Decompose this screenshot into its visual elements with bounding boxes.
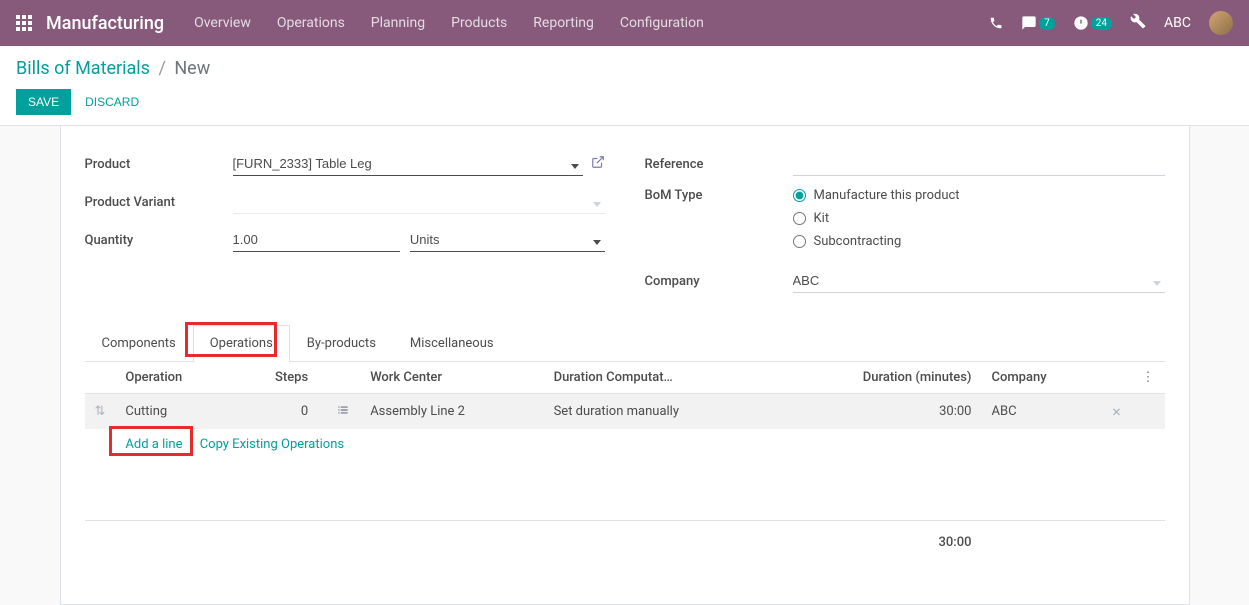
apps-icon[interactable] [16, 15, 32, 31]
total-duration: 30:00 [776, 520, 982, 564]
discard-button[interactable]: DISCARD [85, 95, 139, 109]
menu-configuration[interactable]: Configuration [620, 15, 704, 31]
th-durationmin[interactable]: Duration (minutes) [776, 362, 982, 394]
menu-operations[interactable]: Operations [277, 15, 345, 31]
th-steps[interactable]: Steps [238, 362, 318, 394]
table-footer: 30:00 [85, 520, 1165, 564]
variant-label: Product Variant [85, 195, 233, 210]
variant-input[interactable] [233, 190, 605, 214]
bomtype-kit[interactable]: Kit [793, 211, 1165, 226]
drag-handle-icon[interactable]: ⇅ [95, 404, 106, 419]
user-name[interactable]: ABC [1164, 15, 1191, 31]
menu-planning[interactable]: Planning [371, 15, 425, 31]
cell-durationcomp[interactable]: Set duration manually [544, 394, 776, 430]
main-menu: Overview Operations Planning Products Re… [194, 15, 704, 31]
avatar[interactable] [1209, 11, 1233, 35]
breadcrumb-root[interactable]: Bills of Materials [16, 58, 150, 79]
tab-operations[interactable]: Operations [193, 325, 290, 362]
company-input[interactable] [793, 269, 1165, 293]
cell-workcenter[interactable]: Assembly Line 2 [360, 394, 543, 430]
form-sheet: Product Product Variant [60, 126, 1190, 605]
cell-operation[interactable]: Cutting [115, 394, 238, 430]
reference-input[interactable] [793, 152, 1165, 176]
menu-products[interactable]: Products [451, 15, 507, 31]
delete-row-icon[interactable]: × [1112, 402, 1121, 421]
save-button[interactable]: SAVE [16, 89, 71, 115]
notebook-tabs: Components Operations By-products Miscel… [85, 325, 1165, 362]
list-icon[interactable] [336, 406, 350, 421]
copy-operations-link[interactable]: Copy Existing Operations [200, 437, 344, 452]
menu-overview[interactable]: Overview [194, 15, 251, 31]
bomtype-manufacture[interactable]: Manufacture this product [793, 188, 1165, 203]
kebab-icon[interactable]: ⋮ [1142, 370, 1155, 385]
tab-byproducts[interactable]: By-products [290, 325, 393, 361]
cell-company[interactable]: ABC [981, 394, 1101, 430]
product-label: Product [85, 157, 233, 172]
activities-icon[interactable]: 24 [1073, 15, 1112, 31]
tab-miscellaneous[interactable]: Miscellaneous [393, 325, 511, 361]
breadcrumb: Bills of Materials / New [16, 58, 1233, 79]
activities-badge: 24 [1091, 17, 1112, 30]
messages-badge: 7 [1039, 17, 1055, 30]
top-nav: Manufacturing Overview Operations Planni… [0, 0, 1249, 46]
quantity-label: Quantity [85, 233, 233, 248]
bomtype-sub[interactable]: Subcontracting [793, 234, 1165, 249]
menu-reporting[interactable]: Reporting [533, 15, 594, 31]
app-brand[interactable]: Manufacturing [46, 13, 164, 34]
table-row[interactable]: ⇅ Cutting 0 Assembly Line 2 Set duration… [85, 394, 1165, 430]
th-operation[interactable]: Operation [115, 362, 238, 394]
phone-icon[interactable] [989, 16, 1003, 30]
reference-label: Reference [645, 157, 793, 172]
add-line-link[interactable]: Add a line [125, 437, 182, 452]
cell-durationmin[interactable]: 30:00 [776, 394, 982, 430]
messages-icon[interactable]: 7 [1021, 15, 1055, 31]
th-durationcomp[interactable]: Duration Computat… [544, 362, 776, 394]
form-right: Reference BoM Type Manufacture this prod… [645, 150, 1165, 305]
debug-icon[interactable] [1130, 13, 1146, 33]
control-panel: Bills of Materials / New SAVE DISCARD [0, 46, 1249, 126]
add-line-row: Add a line Copy Existing Operations [85, 429, 1165, 460]
tab-components[interactable]: Components [85, 325, 193, 361]
quantity-input[interactable] [233, 228, 400, 252]
product-input[interactable] [233, 152, 583, 176]
nav-right: 7 24 ABC [989, 11, 1233, 35]
cell-steps[interactable]: 0 [238, 394, 318, 430]
operations-table: Operation Steps Work Center Duration Com… [85, 362, 1165, 564]
external-link-icon[interactable] [591, 155, 605, 173]
form-left: Product Product Variant [85, 150, 605, 305]
company-label: Company [645, 274, 793, 289]
uom-input[interactable] [410, 228, 605, 252]
bomtype-label: BoM Type [645, 188, 793, 203]
breadcrumb-current: New [174, 58, 210, 79]
th-company[interactable]: Company [981, 362, 1101, 394]
th-workcenter[interactable]: Work Center [360, 362, 543, 394]
